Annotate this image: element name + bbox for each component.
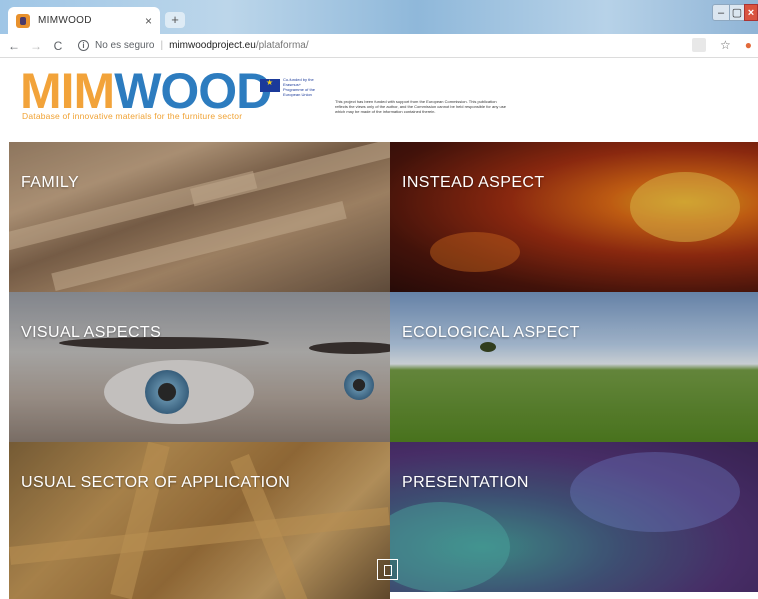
- url-host: mimwoodproject.eu: [169, 40, 256, 51]
- window-close-button[interactable]: ×: [744, 4, 758, 21]
- funding-disclaimer: This project has been funded with suppor…: [335, 99, 506, 114]
- url-path: /plataforma/: [255, 40, 309, 51]
- tile-label-family: FAMILY: [21, 174, 80, 191]
- tile-label-instead-aspect: INSTEAD ASPECT: [402, 174, 545, 191]
- site-header: MIMWOOD Database of innovative materials…: [0, 59, 758, 142]
- window-maximize-button[interactable]: ▢: [729, 4, 745, 21]
- tile-label-usual-sector: USUAL SECTOR OF APPLICATION: [21, 474, 291, 491]
- address-bar: ← → C i No es seguro | mimwoodproject.eu…: [0, 34, 758, 58]
- toolbar-icons: ☆ ●: [691, 38, 752, 52]
- logo-subtitle: Database of innovative materials for the…: [22, 111, 243, 121]
- tab-title: MIMWOOD: [38, 15, 92, 26]
- scroll-down-icon[interactable]: [377, 559, 398, 580]
- new-tab-button[interactable]: +: [165, 12, 185, 28]
- tile-presentation[interactable]: PRESENTATION: [390, 442, 758, 592]
- forward-button[interactable]: →: [28, 39, 44, 53]
- back-button[interactable]: ←: [6, 39, 22, 53]
- page-bottom-strip: [390, 592, 758, 599]
- eu-funding-text: Co-funded by the Erasmus+ Programme of t…: [283, 77, 316, 97]
- info-icon: i: [78, 40, 89, 51]
- tile-visual-aspects[interactable]: VISUAL ASPECTS: [9, 292, 390, 442]
- tab-close-icon[interactable]: ×: [145, 14, 152, 28]
- url-field[interactable]: mimwoodproject.eu/plataforma/: [169, 40, 309, 51]
- mimwood-logo[interactable]: MIMWOOD: [20, 66, 272, 116]
- star-icon[interactable]: ☆: [720, 38, 731, 52]
- reload-button[interactable]: C: [50, 39, 66, 53]
- browser-titlebar: MIMWOOD × + – ▢ ×: [0, 0, 758, 34]
- security-indicator[interactable]: i No es seguro: [78, 40, 154, 51]
- tile-label-visual-aspects: VISUAL ASPECTS: [21, 324, 162, 341]
- tile-family[interactable]: FAMILY: [9, 142, 390, 292]
- mimwood-favicon-icon: [16, 13, 30, 28]
- profile-icon[interactable]: ●: [745, 38, 752, 52]
- browser-tab[interactable]: MIMWOOD ×: [8, 7, 160, 34]
- tile-label-ecological-aspect: ECOLOGICAL ASPECT: [402, 324, 580, 341]
- tile-label-presentation: PRESENTATION: [402, 474, 529, 491]
- tile-usual-sector-of-application[interactable]: USUAL SECTOR OF APPLICATION: [9, 442, 390, 599]
- extension-icon[interactable]: [691, 38, 706, 52]
- window-minimize-button[interactable]: –: [712, 4, 730, 21]
- url-separator: |: [160, 40, 164, 51]
- tile-instead-aspect[interactable]: INSTEAD ASPECT: [390, 142, 758, 292]
- tile-ecological-aspect[interactable]: ECOLOGICAL ASPECT: [390, 292, 758, 442]
- eu-flag-icon: [260, 78, 280, 92]
- security-label: No es seguro: [95, 40, 155, 51]
